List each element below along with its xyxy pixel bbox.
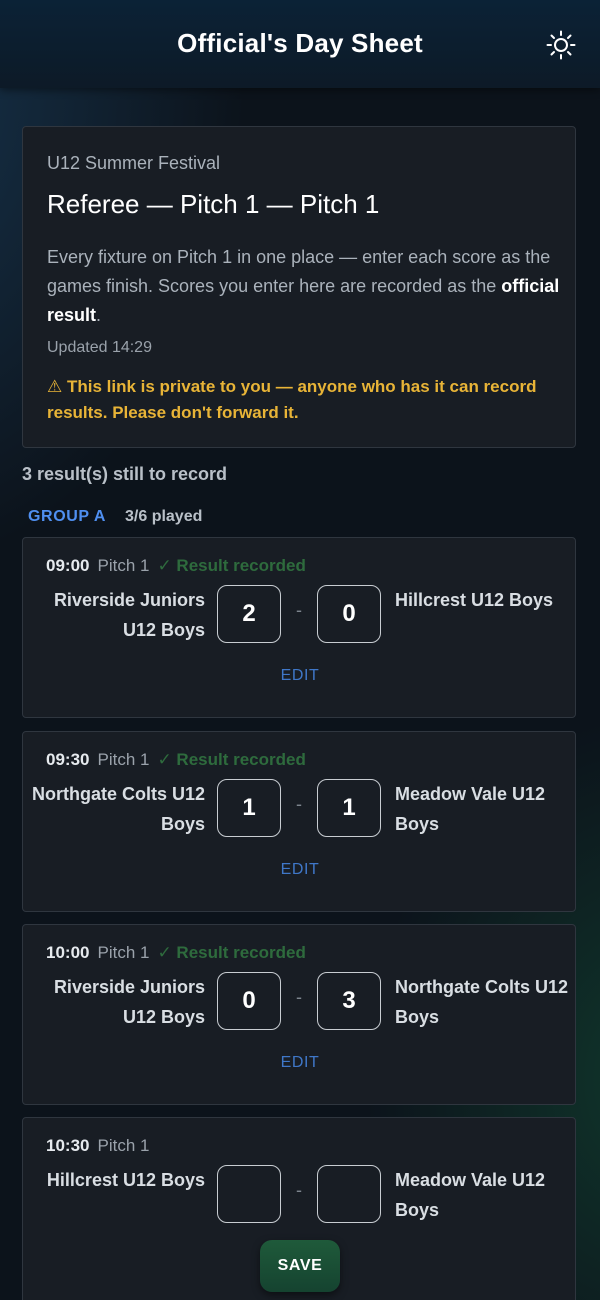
- page: Official's Day Sheet U12 Summer Festival…: [0, 0, 600, 1300]
- away-team: Northgate Colts U12 Boys: [395, 977, 569, 1027]
- away-score-input[interactable]: 1: [317, 779, 381, 837]
- fixture-card: 10:00 Pitch 1 ✓ Result recorded Riverside …: [22, 924, 576, 1105]
- theme-toggle-button[interactable]: [542, 26, 580, 64]
- away-team: Meadow Vale U12 Boys: [395, 784, 546, 834]
- page-heading: Referee — Pitch 1 — Pitch 1: [47, 189, 380, 219]
- result-recorded-status: ✓ Result recorded: [157, 750, 306, 769]
- fixture-card: 10:30 Pitch 1 Hillcrest U12 Boys - Meadow…: [22, 1117, 576, 1300]
- event-name: U12 Summer Festival: [47, 153, 221, 173]
- updated-timestamp: Updated 14:29: [47, 339, 152, 356]
- fixture-meta: 09:00 Pitch 1 ✓ Result recorded: [46, 556, 306, 576]
- home-team: Hillcrest U12 Boys: [46, 1170, 205, 1190]
- description-text: Every fixture on Pitch 1 in one place — …: [47, 247, 551, 296]
- edit-result-button[interactable]: EDIT: [260, 1054, 340, 1072]
- fixture-time: 09:00: [46, 556, 90, 575]
- intro-description: Every fixture on Pitch 1 in one place — …: [47, 243, 567, 330]
- score-separator: -: [296, 600, 302, 620]
- away-score-input[interactable]: 3: [317, 972, 381, 1030]
- fixture-time: 09:30: [46, 750, 90, 769]
- away-team: Meadow Vale U12 Boys: [395, 1170, 546, 1220]
- result-recorded-status: ✓ Result recorded: [157, 556, 306, 575]
- fixture-meta: 09:30 Pitch 1 ✓ Result recorded: [46, 750, 306, 770]
- fixture-pitch: Pitch 1: [97, 1136, 150, 1155]
- fixture-meta: 10:00 Pitch 1 ✓ Result recorded: [46, 943, 306, 963]
- fixture-card: 09:00 Pitch 1 ✓ Result recorded Riverside …: [22, 537, 576, 718]
- home-score-input[interactable]: 0: [217, 972, 281, 1030]
- home-team: Riverside Juniors U12 Boys: [53, 590, 205, 640]
- fixture-card: 09:30 Pitch 1 ✓ Result recorded Northgate …: [22, 731, 576, 912]
- fixture-pitch: Pitch 1: [97, 750, 150, 769]
- fixture-pitch: Pitch 1: [97, 943, 150, 962]
- score-separator: -: [296, 987, 302, 1007]
- group-played-count: 3/6 played: [125, 508, 203, 525]
- home-team: Northgate Colts U12 Boys: [31, 784, 205, 834]
- pending-results-count: 3 result(s) still to record: [22, 464, 228, 484]
- sun-icon: [546, 30, 576, 60]
- score-separator: -: [296, 794, 302, 814]
- save-result-button[interactable]: SAVE: [260, 1240, 340, 1292]
- fixture-meta: 10:30 Pitch 1: [46, 1136, 149, 1156]
- fixture-time: 10:00: [46, 943, 90, 962]
- fixture-pitch: Pitch 1: [97, 556, 150, 575]
- group-label: GROUP A: [28, 508, 106, 525]
- description-end: .: [96, 305, 102, 325]
- edit-result-button[interactable]: EDIT: [260, 861, 340, 879]
- home-score-input[interactable]: 2: [217, 585, 281, 643]
- fixture-time: 10:30: [46, 1136, 90, 1155]
- result-recorded-status: ✓ Result recorded: [157, 943, 306, 962]
- away-score-input[interactable]: [317, 1165, 381, 1223]
- home-team: Riverside Juniors U12 Boys: [53, 977, 205, 1027]
- intro-card: U12 Summer Festival Referee — Pitch 1 — …: [22, 126, 576, 448]
- away-score-input[interactable]: 0: [317, 585, 381, 643]
- edit-result-button[interactable]: EDIT: [260, 667, 340, 685]
- away-team: Hillcrest U12 Boys: [395, 590, 554, 610]
- home-score-input[interactable]: 1: [217, 779, 281, 837]
- score-separator: -: [296, 1180, 302, 1200]
- home-score-input[interactable]: [217, 1165, 281, 1223]
- app-title: Official's Day Sheet: [177, 28, 423, 58]
- private-link-warning: ⚠ This link is private to you — anyone w…: [47, 377, 537, 422]
- top-bar: Official's Day Sheet: [0, 0, 600, 88]
